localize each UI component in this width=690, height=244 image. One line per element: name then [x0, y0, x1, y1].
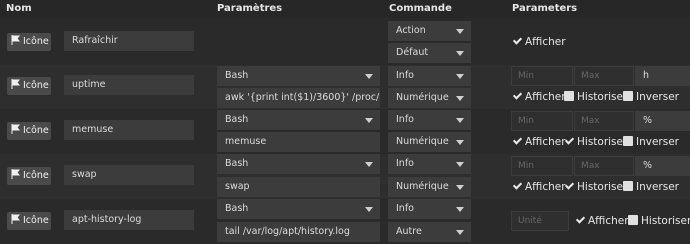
table-row: Icône Rafraîchir Action Défaut Afficher	[0, 18, 690, 65]
caret-down-icon	[365, 118, 373, 123]
checkbox-icon	[628, 215, 638, 225]
inverser-checkbox[interactable]: Inverser	[623, 135, 679, 149]
cmd-subtype-select[interactable]: Autre	[388, 222, 471, 242]
caret-down-icon	[456, 140, 464, 145]
checkbox-icon	[512, 91, 522, 101]
unit-input[interactable]: h	[635, 66, 690, 86]
icon-button[interactable]: Icône	[7, 77, 51, 95]
cmd-subtype-select[interactable]: Défaut	[388, 43, 471, 63]
caret-down-icon	[456, 118, 464, 123]
afficher-checkbox[interactable]: Afficher	[512, 90, 566, 104]
table-row: Icône memuse Bash memuse Info Numérique …	[0, 109, 690, 154]
afficher-checkbox[interactable]: Afficher	[512, 135, 566, 149]
table-row: Icône apt-history-log Bash tail /var/log…	[0, 199, 690, 244]
param-value-input[interactable]: tail /var/log/apt/history.log	[217, 222, 380, 242]
unit-input[interactable]: %	[635, 111, 690, 131]
max-input[interactable]: Max	[574, 66, 634, 86]
historiser-checkbox[interactable]: Historiser	[564, 180, 627, 194]
param-type-select[interactable]: Bash	[217, 110, 380, 130]
max-input[interactable]: Max	[574, 156, 634, 176]
min-input[interactable]: Min	[511, 66, 573, 86]
cmd-subtype-select[interactable]: Numérique	[388, 88, 471, 108]
historiser-checkbox[interactable]: Historiser	[628, 214, 690, 228]
afficher-checkbox[interactable]: Afficher	[512, 35, 566, 49]
cmd-subtype-select[interactable]: Numérique	[388, 132, 471, 152]
cmd-type-select[interactable]: Info	[388, 199, 471, 219]
cmd-type-select[interactable]: Info	[388, 66, 471, 86]
checkbox-icon	[564, 181, 574, 191]
flag-icon	[11, 169, 21, 179]
caret-down-icon	[456, 29, 464, 34]
icon-button[interactable]: Icône	[7, 122, 51, 140]
table-header: Nom Paramètres Commande Parameters	[0, 0, 690, 18]
param-value-input[interactable]: memuse	[217, 132, 380, 152]
cmd-subtype-select[interactable]: Numérique	[388, 177, 471, 197]
param-type-select[interactable]: Bash	[217, 199, 380, 219]
param-type-select[interactable]: Bash	[217, 154, 380, 174]
caret-down-icon	[456, 162, 464, 167]
caret-down-icon	[456, 230, 464, 235]
checkbox-icon	[512, 181, 522, 191]
name-input[interactable]: Rafraîchir	[64, 31, 194, 51]
header-parametres: Paramètres	[217, 3, 283, 14]
inverser-checkbox[interactable]: Inverser	[623, 90, 679, 104]
header-parameters: Parameters	[512, 3, 578, 14]
checkbox-icon	[512, 36, 522, 46]
checkbox-icon	[623, 181, 633, 191]
inverser-checkbox[interactable]: Inverser	[623, 180, 679, 194]
name-input[interactable]: memuse	[64, 120, 194, 140]
caret-down-icon	[365, 74, 373, 79]
checkbox-icon	[623, 91, 633, 101]
caret-down-icon	[456, 185, 464, 190]
caret-down-icon	[456, 51, 464, 56]
param-value-input[interactable]: awk '{print int($1)/3600}' /proc/uptime	[217, 88, 380, 108]
caret-down-icon	[456, 96, 464, 101]
caret-down-icon	[365, 207, 373, 212]
min-input[interactable]: Min	[511, 111, 573, 131]
historiser-checkbox[interactable]: Historiser	[564, 90, 627, 104]
unit-input[interactable]: %	[635, 156, 690, 176]
flag-icon	[11, 79, 21, 89]
icon-button[interactable]: Icône	[7, 212, 51, 230]
caret-down-icon	[456, 207, 464, 212]
unite-input[interactable]: Unité	[511, 211, 569, 231]
header-nom: Nom	[6, 3, 32, 14]
name-input[interactable]: uptime	[64, 75, 194, 95]
flag-icon	[11, 214, 21, 224]
table-row: Icône swap Bash swap Info Numérique Min …	[0, 154, 690, 199]
table-row: Icône uptime Bash awk '{print int($1)/36…	[0, 65, 690, 109]
checkbox-icon	[564, 91, 574, 101]
icon-button[interactable]: Icône	[7, 33, 51, 51]
icon-button[interactable]: Icône	[7, 167, 51, 185]
checkbox-icon	[623, 136, 633, 146]
afficher-checkbox[interactable]: Afficher	[575, 214, 629, 228]
caret-down-icon	[365, 162, 373, 167]
cmd-type-select[interactable]: Action	[388, 21, 471, 41]
min-input[interactable]: Min	[511, 156, 573, 176]
checkbox-icon	[575, 215, 585, 225]
checkbox-icon	[512, 136, 522, 146]
cmd-type-select[interactable]: Info	[388, 154, 471, 174]
flag-icon	[11, 35, 21, 45]
max-input[interactable]: Max	[574, 111, 634, 131]
caret-down-icon	[456, 74, 464, 79]
afficher-checkbox[interactable]: Afficher	[512, 180, 566, 194]
flag-icon	[11, 124, 21, 134]
param-type-select[interactable]: Bash	[217, 66, 380, 86]
historiser-checkbox[interactable]: Historiser	[564, 135, 627, 149]
cmd-type-select[interactable]: Info	[388, 110, 471, 130]
name-input[interactable]: swap	[64, 165, 194, 185]
checkbox-icon	[564, 136, 574, 146]
name-input[interactable]: apt-history-log	[64, 210, 194, 230]
param-value-input[interactable]: swap	[217, 177, 380, 197]
header-commande: Commande	[389, 3, 452, 14]
